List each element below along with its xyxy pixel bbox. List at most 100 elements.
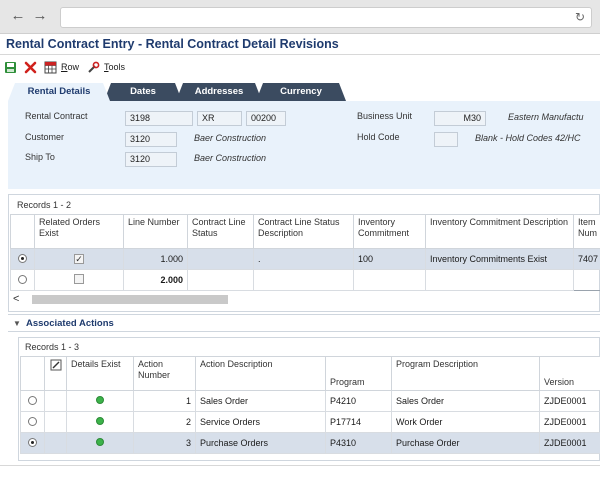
action-number-cell: 3 [133, 432, 196, 454]
action-number-cell: 1 [133, 390, 196, 412]
action-description-cell: Service Orders [195, 411, 326, 433]
row-select-radio[interactable] [28, 395, 37, 405]
hold-code-field[interactable] [434, 132, 458, 147]
collapse-triangle-icon[interactable]: ▼ [13, 319, 21, 328]
customer-name: Baer Construction [194, 133, 267, 143]
associated-actions-grid-panel: Records 1 - 3 Details Exist Action Numbe… [18, 337, 600, 461]
related-orders-checkbox[interactable] [74, 274, 84, 284]
table-row[interactable]: 3 Purchase Orders P4310 Purchase Order Z… [20, 432, 600, 454]
row-select-radio[interactable] [28, 416, 37, 426]
status-description-cell [253, 269, 354, 291]
action-number-cell: 2 [133, 411, 196, 433]
rental-details-panel: Rental Contract 3198 XR 00200 Customer 3… [8, 101, 600, 189]
associated-actions-title: Associated Actions [26, 318, 114, 329]
table-row[interactable]: 2 Service Orders P17714 Work Order ZJDE0… [20, 411, 600, 433]
inventory-commitment-description-cell: Inventory Commitments Exist [425, 248, 574, 270]
associated-actions-grid: Details Exist Action Number Action Descr… [20, 356, 600, 454]
select-column-header [10, 214, 35, 249]
column-header[interactable]: Related Orders Exist [34, 214, 124, 249]
edit-column-header[interactable] [44, 356, 67, 391]
customer-field[interactable]: 3120 [125, 132, 177, 147]
program-cell: P4310 [325, 432, 392, 454]
rental-contract-label: Rental Contract [25, 111, 88, 121]
column-header[interactable]: Action Number [133, 356, 196, 391]
program-description-cell: Sales Order [391, 390, 540, 412]
toolbar: Row Tools [4, 58, 133, 76]
page-title: Rental Contract Entry - Rental Contract … [6, 37, 339, 51]
associated-actions-header[interactable]: ▼ Associated Actions [8, 314, 600, 332]
column-header[interactable]: Line Number [123, 214, 188, 249]
tab-rental-details[interactable]: Rental Details [8, 83, 110, 101]
program-description-cell: Work Order [391, 411, 540, 433]
column-header[interactable]: Program [325, 356, 392, 391]
address-bar[interactable]: ↻ [60, 7, 592, 28]
rental-contract-number-field[interactable]: 3198 [125, 111, 193, 126]
tab-addresses[interactable]: Addresses [176, 83, 262, 101]
business-unit-description: Eastern Manufactu [508, 112, 584, 122]
save-icon[interactable] [4, 61, 17, 74]
reload-icon[interactable]: ↻ [575, 10, 585, 24]
row-menu[interactable]: Row [61, 62, 79, 72]
tab-dates[interactable]: Dates [104, 83, 182, 101]
column-header[interactable]: Inventory Commitment Description [425, 214, 574, 249]
scroll-left-icon[interactable]: < [13, 292, 19, 306]
bottom-divider [0, 465, 600, 466]
browser-chrome: ← → ↻ [0, 0, 600, 34]
version-cell: ZJDE0001 [539, 390, 600, 412]
table-row[interactable]: ✓ 1.000 . 100 Inventory Commitments Exis… [10, 248, 600, 270]
inventory-commitment-description-cell [425, 269, 574, 291]
customer-label: Customer [25, 132, 65, 142]
status-cell[interactable] [187, 269, 254, 291]
rental-contract-company-field[interactable]: 00200 [246, 111, 286, 126]
contract-lines-grid: Related Orders Exist Line Number Contrac… [10, 214, 600, 291]
column-header[interactable]: Details Exist [66, 356, 134, 391]
version-cell: ZJDE0001 [539, 411, 600, 433]
hold-code-label: Hold Code [357, 132, 400, 142]
action-description-cell: Purchase Orders [195, 432, 326, 454]
rental-contract-type-field[interactable]: XR [197, 111, 242, 126]
hold-code-description: Blank - Hold Codes 42/HC [475, 133, 581, 143]
inventory-commitment-cell[interactable] [353, 269, 426, 291]
records-caption: Records 1 - 3 [25, 342, 80, 352]
row-select-radio[interactable] [18, 253, 27, 263]
table-row[interactable]: 1 Sales Order P4210 Sales Order ZJDE0001 [20, 390, 600, 412]
column-header[interactable]: Version [539, 356, 600, 391]
ship-to-label: Ship To [25, 152, 55, 162]
ship-to-field[interactable]: 3120 [125, 152, 177, 167]
tab-currency[interactable]: Currency [256, 83, 346, 101]
program-cell: P17714 [325, 411, 392, 433]
details-exist-indicator-icon [96, 396, 104, 404]
scroll-thumb[interactable] [32, 295, 228, 304]
cancel-icon[interactable] [24, 61, 37, 74]
inventory-commitment-cell: 100 [353, 248, 426, 270]
table-row[interactable]: 2.000 [10, 269, 600, 291]
row-select-radio[interactable] [28, 437, 37, 447]
column-header[interactable]: Action Description [195, 356, 326, 391]
business-unit-label: Business Unit [357, 111, 413, 121]
column-header[interactable]: Item Num [573, 214, 600, 249]
back-arrow-icon[interactable]: ← [10, 8, 26, 24]
records-caption: Records 1 - 2 [17, 200, 72, 210]
select-column-header [20, 356, 45, 391]
forward-arrow-icon[interactable]: → [32, 8, 48, 24]
status-cell [187, 248, 254, 270]
status-description-cell: . [253, 248, 354, 270]
tools-menu[interactable]: Tools [104, 62, 125, 72]
ship-to-name: Baer Construction [194, 153, 267, 163]
row-grid-icon[interactable] [44, 61, 57, 74]
edit-icon [50, 359, 61, 371]
tools-icon[interactable] [87, 61, 100, 74]
column-header[interactable]: Program Description [391, 356, 540, 391]
line-number-cell: 1.000 [123, 248, 188, 270]
horizontal-scrollbar[interactable]: < [10, 292, 590, 306]
row-select-radio[interactable] [18, 274, 27, 284]
program-description-cell: Purchase Order [391, 432, 540, 454]
related-orders-checkbox[interactable]: ✓ [74, 254, 84, 264]
column-header[interactable]: Contract Line Status [187, 214, 254, 249]
column-header[interactable]: Inventory Commitment [353, 214, 426, 249]
details-exist-indicator-icon [96, 417, 104, 425]
column-header[interactable]: Contract Line Status Description [253, 214, 354, 249]
business-unit-field[interactable]: M30 [434, 111, 486, 126]
item-number-cell[interactable] [573, 269, 600, 291]
details-exist-indicator-icon [96, 438, 104, 446]
